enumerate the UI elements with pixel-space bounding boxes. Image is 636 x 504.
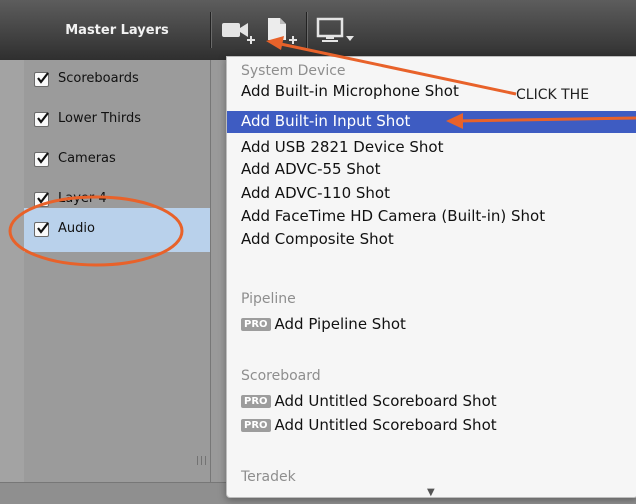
window-edge xyxy=(0,60,25,482)
menu-item-add-untitled-scoreboard-shot[interactable]: PRO Add Untitled Scoreboard Shot xyxy=(227,415,636,437)
menu-item-label: Add Built-in Microphone Shot xyxy=(241,82,459,100)
callout-text: CLICK THE xyxy=(516,87,590,103)
menu-item-add-facetime-hd-camera-shot[interactable]: Add FaceTime HD Camera (Built-in) Shot xyxy=(227,206,636,228)
display-menu-button[interactable] xyxy=(312,14,354,48)
add-shot-menu: System Device Add Built-in Microphone Sh… xyxy=(226,56,636,498)
menu-item-label: Add Built-in Input Shot xyxy=(241,112,411,130)
sidebar-item-audio[interactable]: Audio xyxy=(24,208,210,252)
menu-item-label: Add Untitled Scoreboard Shot xyxy=(274,416,497,434)
menu-item-label: Add ADVC-110 Shot xyxy=(241,184,390,202)
document-add-icon xyxy=(268,18,297,44)
layer-checkbox[interactable] xyxy=(34,222,49,237)
menu-item-label: Add Composite Shot xyxy=(241,230,394,248)
menu-item-add-builtin-input-shot[interactable]: Add Built-in Input Shot xyxy=(227,111,636,133)
sidebar-item-label: Layer 4 xyxy=(58,191,107,206)
menu-item-label: Add Untitled Scoreboard Shot xyxy=(274,392,497,410)
menu-section-header: Scoreboard xyxy=(241,368,321,384)
layer-checkbox[interactable] xyxy=(34,112,49,127)
toolbar: Master Layers xyxy=(0,0,636,61)
toolbar-divider xyxy=(210,12,211,48)
menu-item-label: Add FaceTime HD Camera (Built-in) Shot xyxy=(241,207,546,225)
menu-item-label: Add ADVC-55 Shot xyxy=(241,160,381,178)
toolbar-divider xyxy=(306,12,307,48)
layer-checkbox[interactable] xyxy=(34,72,49,87)
sidebar-item-cameras[interactable]: Cameras xyxy=(24,140,210,180)
add-camera-button[interactable] xyxy=(218,14,258,48)
scroll-down-arrow-icon[interactable]: ▼ xyxy=(427,487,435,497)
pro-badge: PRO xyxy=(241,395,271,408)
menu-item-label: Add USB 2821 Device Shot xyxy=(241,138,444,156)
menu-item-add-usb-2821-device-shot[interactable]: Add USB 2821 Device Shot xyxy=(227,137,636,159)
menu-item-add-pipeline-shot[interactable]: PRO Add Pipeline Shot xyxy=(227,314,636,336)
checkmark-icon xyxy=(37,192,49,204)
menu-section-header: Pipeline xyxy=(241,291,296,307)
layer-checkbox[interactable] xyxy=(34,152,49,167)
app-window: Master Layers Scoreboards Lower Thirds C… xyxy=(0,0,636,504)
sidebar-item-lower-thirds[interactable]: Lower Thirds xyxy=(24,100,210,140)
layer-checkbox[interactable] xyxy=(34,192,49,207)
display-dropdown-icon xyxy=(316,17,354,42)
sidebar-item-label: Cameras xyxy=(58,151,116,166)
menu-section-header: System Device xyxy=(241,63,346,79)
sidebar-item-label: Scoreboards xyxy=(58,71,139,86)
menu-item-add-composite-shot[interactable]: Add Composite Shot xyxy=(227,229,636,251)
checkmark-icon xyxy=(37,112,49,124)
camera-add-icon xyxy=(222,23,255,44)
menu-item-add-untitled-scoreboard-shot[interactable]: PRO Add Untitled Scoreboard Shot xyxy=(227,391,636,413)
sidebar-item-scoreboards[interactable]: Scoreboards xyxy=(24,60,210,100)
menu-item-add-advc-110-shot[interactable]: Add ADVC-110 Shot xyxy=(227,183,636,205)
menu-item-label: Add Pipeline Shot xyxy=(274,315,406,333)
layers-sidebar: Scoreboards Lower Thirds Cameras Layer 4… xyxy=(24,60,211,482)
sidebar-title: Master Layers xyxy=(65,23,169,38)
checkmark-icon xyxy=(37,72,49,84)
sidebar-item-label: Audio xyxy=(58,221,95,236)
checkmark-icon xyxy=(37,222,49,234)
sidebar-item-label: Lower Thirds xyxy=(58,111,142,126)
pro-badge: PRO xyxy=(241,419,271,432)
add-document-button[interactable] xyxy=(262,14,302,48)
pro-badge: PRO xyxy=(241,318,271,331)
checkmark-icon xyxy=(37,152,49,164)
menu-section-header: Teradek xyxy=(241,469,296,485)
resize-grip[interactable]: ||| xyxy=(196,456,208,466)
menu-item-add-advc-55-shot[interactable]: Add ADVC-55 Shot xyxy=(227,159,636,181)
